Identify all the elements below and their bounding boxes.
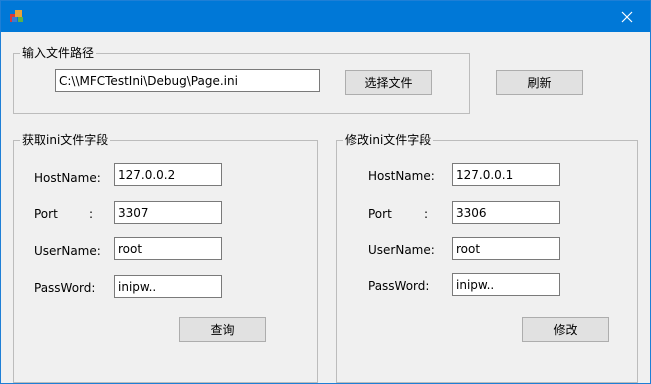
get-group-title: 获取ini文件字段 <box>20 133 111 147</box>
get-port-colon: : <box>89 207 94 221</box>
set-hostname-field[interactable] <box>452 163 560 186</box>
set-port-label: Port <box>368 207 392 221</box>
modify-button[interactable]: 修改 <box>522 317 609 342</box>
close-button[interactable] <box>604 1 650 32</box>
file-path-group-title: 输入文件路径 <box>20 46 97 60</box>
file-path-input[interactable] <box>55 69 320 92</box>
set-password-label: PassWord: <box>368 279 430 293</box>
get-hostname-field[interactable] <box>114 163 222 186</box>
set-username-field[interactable] <box>452 237 560 260</box>
dialog-window: 输入文件路径 选择文件 刷新 获取ini文件字段 HostName: Port … <box>0 0 651 384</box>
title-bar[interactable] <box>1 1 650 32</box>
get-hostname-label: HostName: <box>34 171 101 185</box>
app-icon <box>10 10 23 22</box>
get-username-field[interactable] <box>114 237 222 260</box>
refresh-button[interactable]: 刷新 <box>496 70 583 95</box>
set-hostname-label: HostName: <box>368 169 435 183</box>
set-port-field[interactable] <box>452 201 560 224</box>
get-port-field[interactable] <box>114 201 222 224</box>
dialog-content: 输入文件路径 选择文件 刷新 获取ini文件字段 HostName: Port … <box>1 32 650 383</box>
get-port-label: Port <box>34 207 58 221</box>
set-username-label: UserName: <box>368 243 435 257</box>
get-password-field[interactable] <box>114 275 222 298</box>
choose-file-button[interactable]: 选择文件 <box>345 70 432 95</box>
set-port-colon: : <box>424 207 429 221</box>
set-password-field[interactable] <box>452 273 560 296</box>
modify-group-title: 修改ini文件字段 <box>343 133 434 147</box>
query-button[interactable]: 查询 <box>179 317 266 342</box>
get-password-label: PassWord: <box>34 281 96 295</box>
get-username-label: UserName: <box>34 244 101 258</box>
close-icon <box>621 11 633 22</box>
